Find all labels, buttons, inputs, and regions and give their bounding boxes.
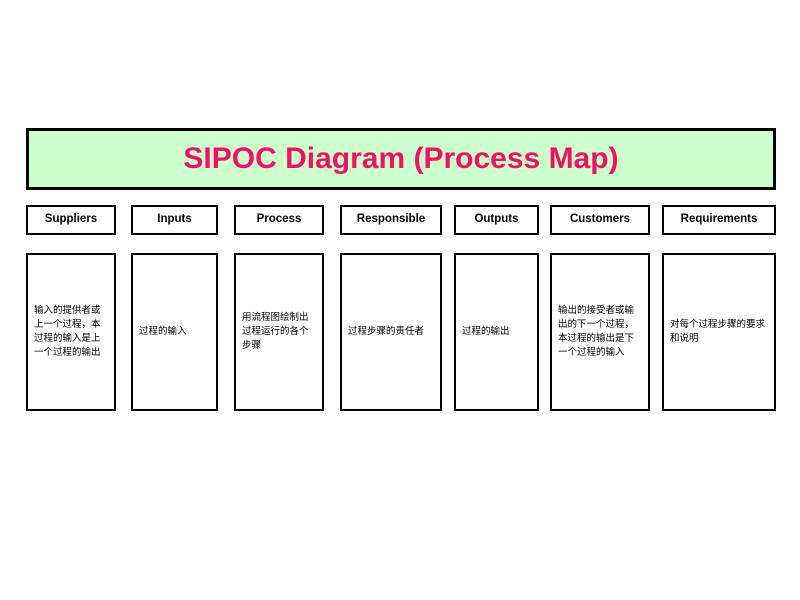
content-text-outputs: 过程的输出	[462, 326, 510, 338]
content-text-customers: 输出的接受者或输出的下一个过程，本过程的输出是下一个过程的输入	[558, 305, 635, 358]
header-label-responsible: Responsible	[356, 213, 426, 226]
header-box-requirements[interactable]: Requirements	[662, 205, 776, 235]
header-label-customers: Customers	[569, 213, 631, 226]
content-box-process[interactable]: 用流程图绘制出过程运行的各个步骤	[234, 253, 324, 411]
header-box-customers[interactable]: Customers	[550, 205, 650, 235]
content-box-customers[interactable]: 输出的接受者或输出的下一个过程，本过程的输出是下一个过程的输入	[550, 253, 650, 411]
content-box-inputs[interactable]: 过程的输入	[131, 253, 218, 411]
content-text-suppliers: 输入的提供者或上一个过程，本过程的输入是上一个过程的输出	[34, 305, 101, 358]
content-text-requirements: 对每个过程步骤的要求和说明	[670, 319, 766, 344]
content-text-responsible: 过程步骤的责任者	[348, 326, 425, 338]
content-box-outputs[interactable]: 过程的输出	[454, 253, 539, 411]
header-box-outputs[interactable]: Outputs	[454, 205, 539, 235]
sipoc-diagram-slide: SIPOC Diagram (Process Map) Suppliers In…	[0, 0, 800, 600]
page-title: SIPOC Diagram (Process Map)	[183, 142, 619, 175]
header-label-requirements: Requirements	[680, 213, 758, 226]
header-box-suppliers[interactable]: Suppliers	[26, 205, 116, 235]
header-box-process[interactable]: Process	[234, 205, 324, 235]
sipoc-header-row: Suppliers Inputs Process Responsible Out…	[26, 205, 776, 235]
header-box-inputs[interactable]: Inputs	[131, 205, 218, 235]
header-label-process: Process	[256, 213, 302, 226]
content-text-inputs: 过程的输入	[139, 326, 187, 338]
content-box-responsible[interactable]: 过程步骤的责任者	[340, 253, 442, 411]
header-box-responsible[interactable]: Responsible	[340, 205, 442, 235]
diagram-title-banner: SIPOC Diagram (Process Map)	[26, 128, 776, 190]
header-label-outputs: Outputs	[474, 213, 519, 226]
content-box-suppliers[interactable]: 输入的提供者或上一个过程，本过程的输入是上一个过程的输出	[26, 253, 116, 411]
header-label-suppliers: Suppliers	[44, 213, 98, 226]
content-text-process: 用流程图绘制出过程运行的各个步骤	[242, 312, 309, 351]
sipoc-content-row: 输入的提供者或上一个过程，本过程的输入是上一个过程的输出 过程的输入 用流程图绘…	[26, 253, 776, 411]
content-box-requirements[interactable]: 对每个过程步骤的要求和说明	[662, 253, 776, 411]
header-label-inputs: Inputs	[157, 213, 192, 226]
